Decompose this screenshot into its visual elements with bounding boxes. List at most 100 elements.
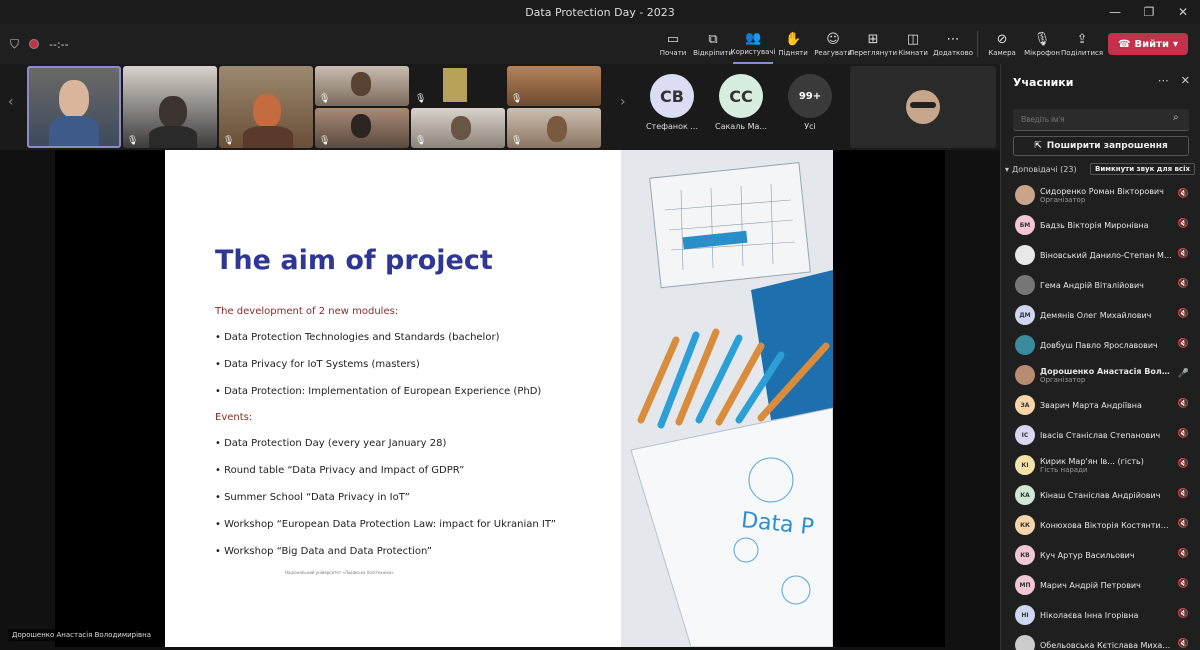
participant-row[interactable]: МП Марич Андрій Петрович 🔇	[1001, 570, 1200, 600]
video-tile[interactable]	[850, 66, 996, 148]
microphone-button[interactable]: 🎙 Мікрофон	[1022, 24, 1062, 64]
chevron-left-icon[interactable]: ‹	[8, 94, 14, 110]
participant-row[interactable]: КВ Куч Артур Васильович 🔇	[1001, 540, 1200, 570]
mic-off-icon[interactable]: 🔇	[1178, 459, 1189, 469]
participant-row[interactable]: КК Конюхова Вікторія Костянтинів... 🔇	[1001, 510, 1200, 540]
avatar	[1015, 335, 1035, 355]
close-panel-icon[interactable]: ✕	[1181, 74, 1190, 87]
video-tile[interactable]: 🎙	[315, 66, 409, 106]
participant-row[interactable]: Віновський Данило-Степан Ми... 🔇	[1001, 240, 1200, 270]
participant-name: Куч Артур Васильович	[1040, 550, 1135, 560]
participant-name: Кінаш Станіслав Андрійович	[1040, 490, 1161, 500]
more-options-icon[interactable]: ⋯	[1158, 74, 1169, 87]
participant-row[interactable]: Гема Андрій Віталійович 🔇	[1001, 270, 1200, 300]
participant-name: Конюхова Вікторія Костянтинів...	[1040, 520, 1172, 530]
participant-row[interactable]: НІ Ніколаєва Інна Ігорівна 🔇	[1001, 600, 1200, 630]
toolbar-button-screen-share[interactable]: ▭ Почати	[653, 24, 693, 64]
close-icon[interactable]: ✕	[1166, 0, 1200, 24]
mic-off-icon[interactable]: 🔇	[1178, 219, 1189, 229]
avatar: МП	[1015, 575, 1035, 595]
video-tile[interactable]: 🎙	[123, 66, 217, 148]
rooms-icon: ◫	[906, 31, 920, 47]
video-tile[interactable]: 🎙	[507, 108, 601, 148]
toolbar-button-view[interactable]: ⊞ Переглянути	[849, 24, 897, 64]
chevron-right-icon[interactable]: ›	[620, 94, 626, 110]
mic-off-icon[interactable]: 🔇	[1178, 339, 1189, 349]
participant-strip: ‹ 🎙 🎙 🎙 🎙 🎙 🎙 🎙 🎙 › СВ Стефанок ... СС С…	[0, 64, 1000, 150]
strip-avatar[interactable]: СС Сакаль Ма...	[710, 74, 772, 131]
video-tile[interactable]: 🎙	[219, 66, 313, 148]
mic-off-icon[interactable]: 🔇	[1178, 489, 1189, 499]
title-bar: Data Protection Day - 2023 — ❐ ✕	[0, 0, 1200, 24]
minimize-icon[interactable]: —	[1098, 0, 1132, 24]
slide-photo: Data P	[621, 150, 833, 647]
participant-row[interactable]: КА Кінаш Станіслав Андрійович 🔇	[1001, 480, 1200, 510]
mic-off-icon[interactable]: 🔇	[1178, 519, 1189, 529]
participant-role: Гість наради	[1040, 465, 1088, 474]
video-tile[interactable]: 🎙	[315, 108, 409, 148]
avatar-name: Стефанок ...	[645, 122, 699, 131]
mic-off-icon[interactable]: 🔇	[1178, 549, 1189, 559]
toolbar-button-react[interactable]: ☺ Реагувати	[813, 24, 853, 64]
presenters-section[interactable]: ▾ Доповідачі (23) Вимкнути звук для всіх	[1005, 162, 1195, 176]
mic-off-icon[interactable]: 🔇	[1178, 189, 1189, 199]
participant-list: Сидоренко Роман Вікторович Організатор 🔇 БМ…	[1001, 180, 1200, 650]
maximize-icon[interactable]: ❐	[1132, 0, 1166, 24]
window-controls: — ❐ ✕	[1098, 0, 1200, 24]
participant-name: Кирик Мар'ян Ів... (гість)	[1040, 456, 1144, 466]
panel-title: Учасники	[1013, 76, 1074, 89]
avatar	[1015, 275, 1035, 295]
toolbar-button-more[interactable]: ⋯ Додатково	[933, 24, 973, 64]
participant-name: Дорошенко Анастасія Володи...	[1040, 366, 1172, 376]
avatar	[1015, 245, 1035, 265]
participant-row[interactable]: ЗА Зварич Марта Андріївна 🔇	[1001, 390, 1200, 420]
video-tile-presenter[interactable]	[27, 66, 121, 148]
mic-off-icon[interactable]: 🔇	[1178, 609, 1189, 619]
toolbar-button-rooms[interactable]: ◫ Кімнати	[893, 24, 933, 64]
shield-icon: ⛉	[10, 36, 20, 51]
participant-row[interactable]: Дорошенко Анастасія Володи...Організатор…	[1001, 360, 1200, 390]
mic-off-icon[interactable]: 🔇	[1178, 279, 1189, 289]
participant-row[interactable]: Сидоренко Роман Вікторович Організатор 🔇	[1001, 180, 1200, 210]
avatar: 99+	[788, 74, 832, 118]
participant-row[interactable]: ДМ Демянів Олег Михайлович 🔇	[1001, 300, 1200, 330]
mute-all-button[interactable]: Вимкнути звук для всіх	[1090, 163, 1195, 175]
participant-name: Довбуш Павло Ярославович	[1040, 340, 1158, 350]
video-tile[interactable]: 🎙	[411, 66, 505, 106]
view-icon: ⊞	[867, 31, 879, 47]
strip-avatar[interactable]: 99+ Усі	[779, 74, 841, 131]
slide-bullet: • Data Protection Day (every year Januar…	[215, 438, 447, 449]
participant-name: Івасів Станіслав Степанович	[1040, 430, 1161, 440]
participant-row[interactable]: Довбуш Павло Ярославович 🔇	[1001, 330, 1200, 360]
toolbar-button-people[interactable]: 👥 Користувачі	[731, 24, 775, 64]
video-tile[interactable]: 🎙	[411, 108, 505, 148]
avatar: ІС	[1015, 425, 1035, 445]
share-button[interactable]: ⇪ Поділитися	[1061, 24, 1103, 64]
leave-button[interactable]: ☎ Вийти ▾	[1108, 33, 1188, 55]
search-input[interactable]	[1013, 109, 1189, 131]
participant-name: Марич Андрій Петрович	[1040, 580, 1141, 590]
participant-name: Сидоренко Роман Вікторович	[1040, 186, 1164, 196]
mic-icon[interactable]: 🎤	[1178, 369, 1189, 379]
toolbar-button-unpin[interactable]: ⧉ Відкріпити	[693, 24, 733, 64]
participant-row[interactable]: БМ Бадзь Вікторія Миронівна 🔇	[1001, 210, 1200, 240]
participant-row[interactable]: КІ Кирик Мар'ян Ів... (гість) Гість наради…	[1001, 450, 1200, 480]
meeting-stage: ‹ 🎙 🎙 🎙 🎙 🎙 🎙 🎙 🎙 › СВ Стефанок ... СС С…	[0, 64, 1000, 650]
mic-off-icon[interactable]: 🔇	[1178, 639, 1189, 649]
mic-off-icon[interactable]: 🔇	[1178, 579, 1189, 589]
share-invite-button[interactable]: ⇱ Поширити запрошення	[1013, 136, 1189, 156]
video-tile[interactable]: 🎙	[507, 66, 601, 106]
participant-name: Бадзь Вікторія Миронівна	[1040, 220, 1149, 230]
avatar: КІ	[1015, 455, 1035, 475]
mic-off-icon[interactable]: 🔇	[1178, 309, 1189, 319]
participant-row[interactable]: Обельовська Кєтіслава Михай... 🔇	[1001, 630, 1200, 650]
mic-off-icon[interactable]: 🔇	[1178, 249, 1189, 259]
strip-avatar[interactable]: СВ Стефанок ...	[641, 74, 703, 131]
mic-off-icon[interactable]: 🔇	[1178, 429, 1189, 439]
participant-name: Обельовська Кєтіслава Михай...	[1040, 640, 1172, 650]
mic-off-icon[interactable]: 🔇	[1178, 399, 1189, 409]
section-label: Доповідачі (23)	[1012, 164, 1077, 174]
camera-button[interactable]: ⊘ Камера	[982, 24, 1022, 64]
toolbar-button-raise-hand[interactable]: ✋ Підняти	[773, 24, 813, 64]
participant-row[interactable]: ІС Івасів Станіслав Степанович 🔇	[1001, 420, 1200, 450]
